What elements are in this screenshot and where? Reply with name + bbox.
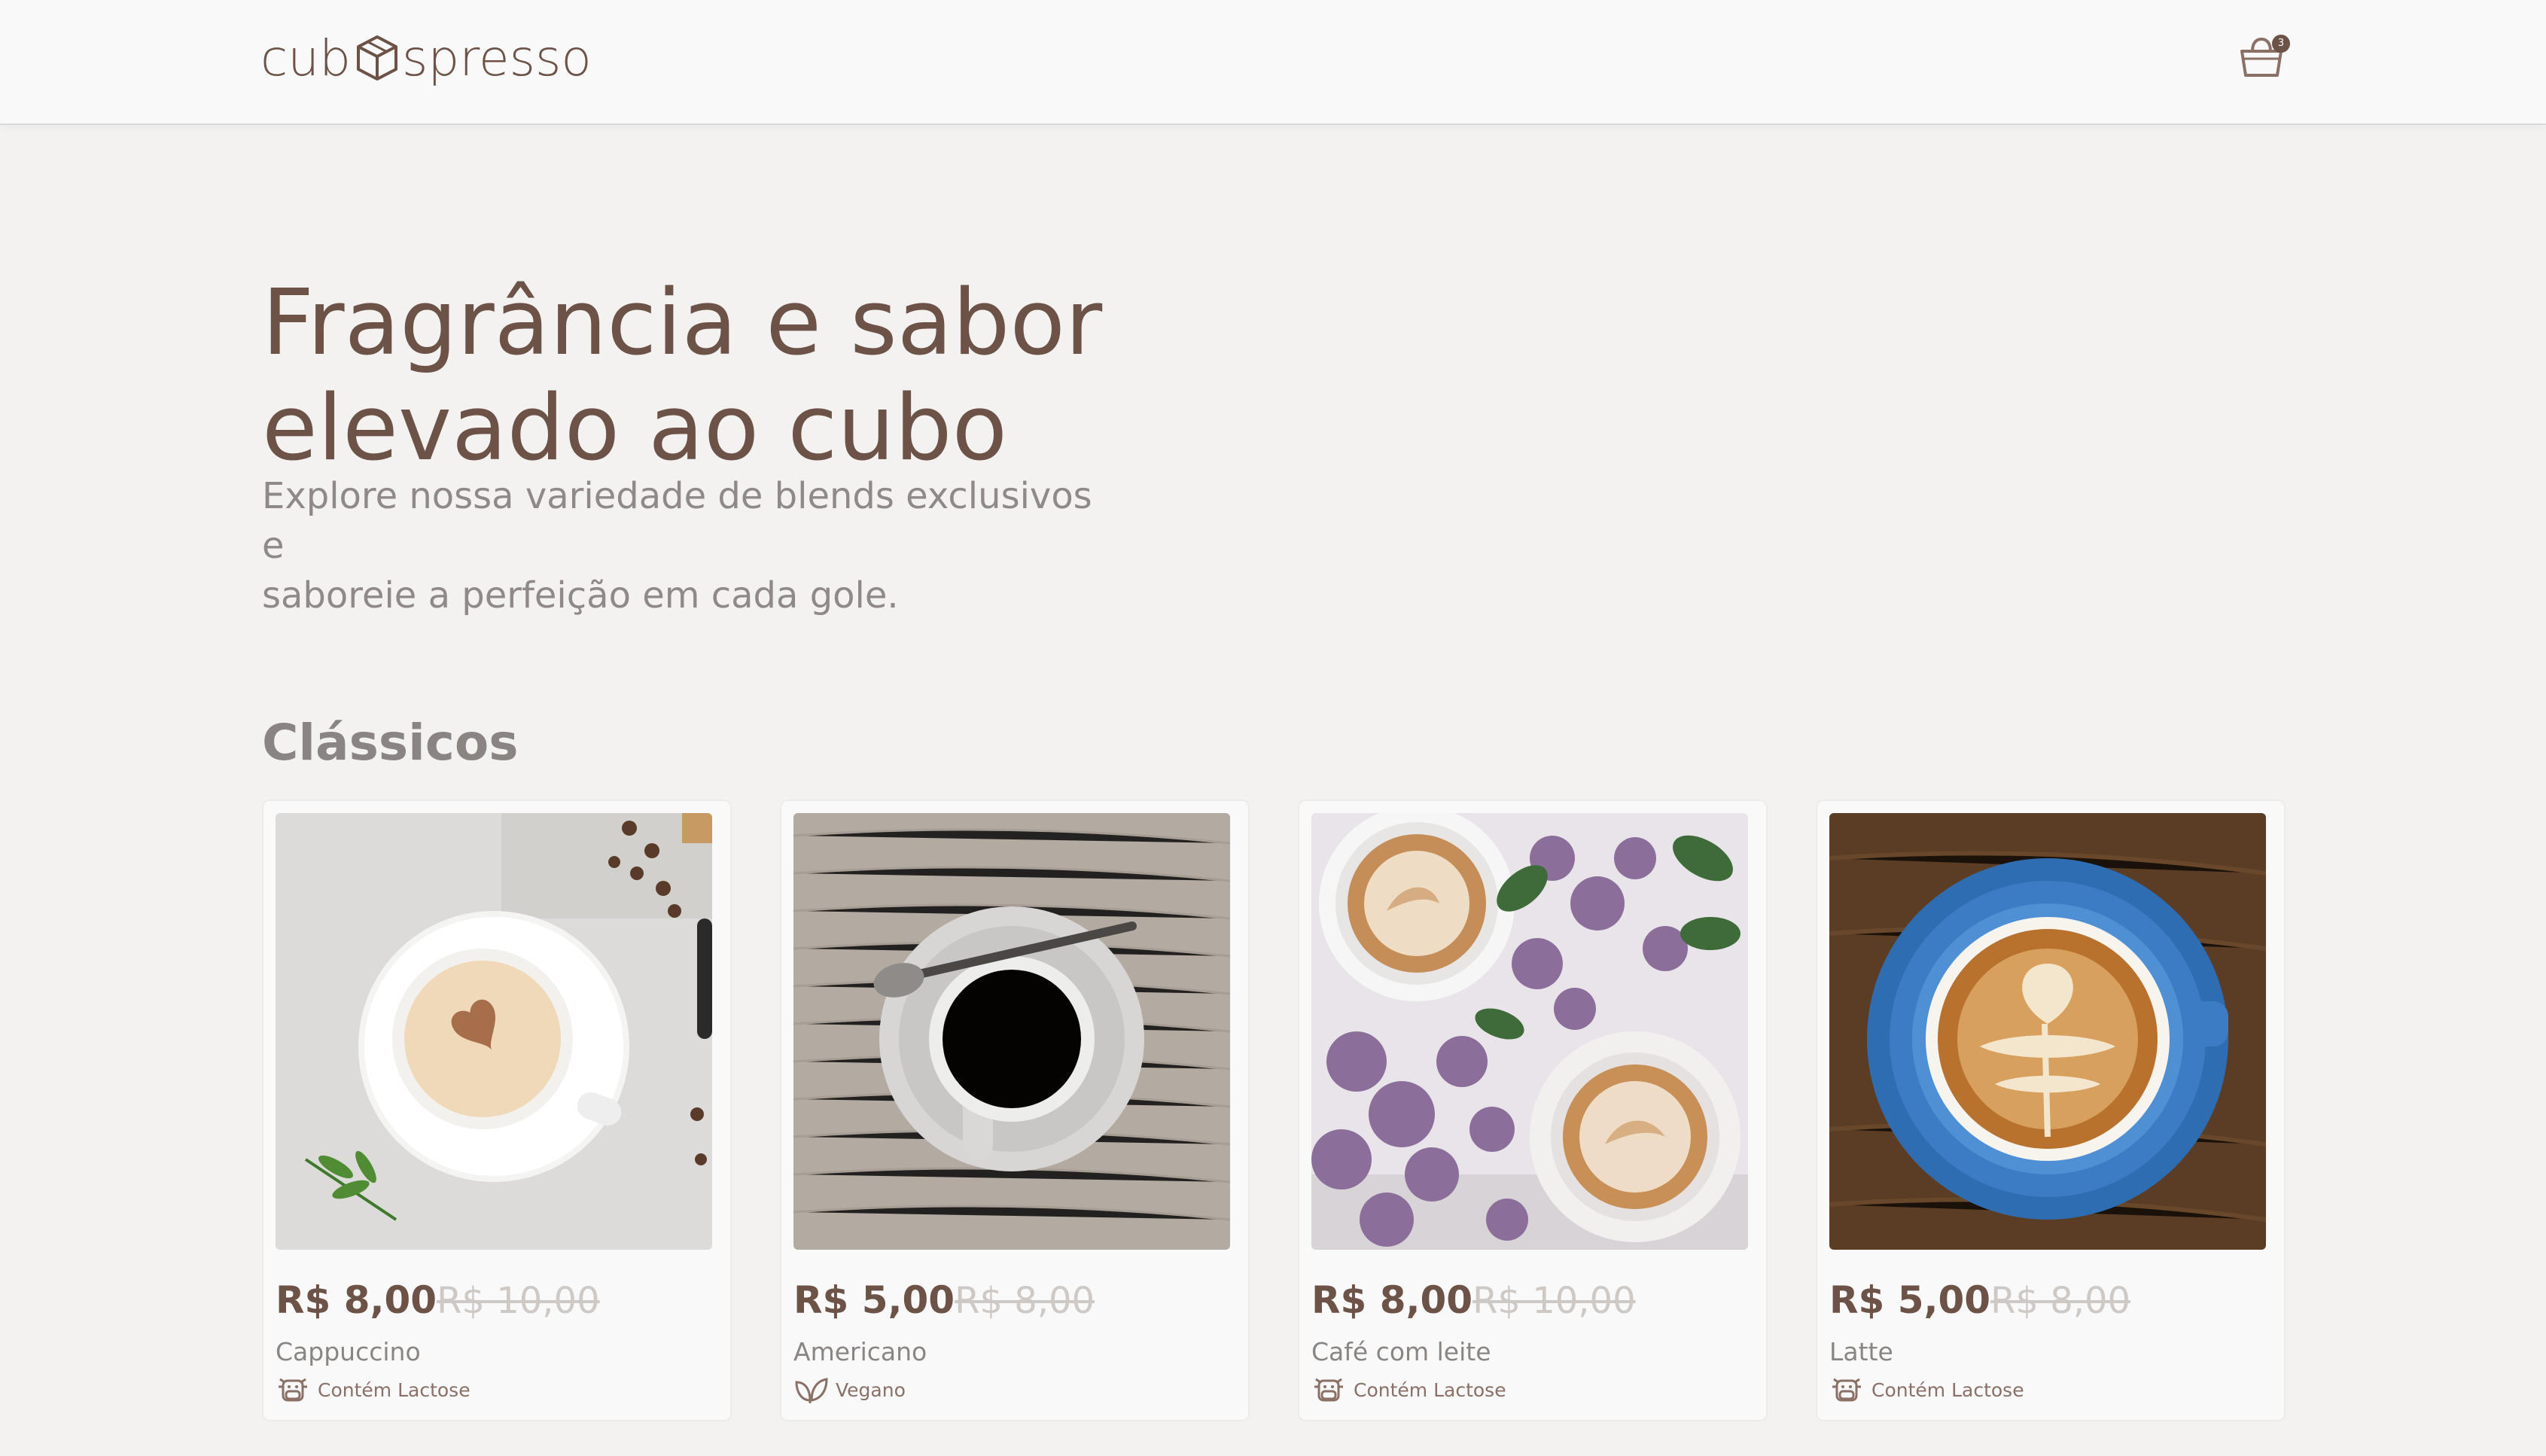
leaf-icon xyxy=(795,1378,828,1403)
product-tag-label: Contém Lactose xyxy=(318,1378,471,1401)
hero-subtitle-line-1: Explore nossa variedade de blends exclus… xyxy=(262,475,1092,567)
product-image-cappuccino xyxy=(276,813,712,1250)
product-tag: Vegano xyxy=(793,1375,906,1405)
price-row: R$ 5,00 R$ 8,00 xyxy=(793,1278,1095,1322)
price-row: R$ 5,00 R$ 8,00 xyxy=(1829,1278,2130,1322)
product-tag: Contém Lactose xyxy=(1829,1375,2024,1405)
product-card-latte[interactable]: R$ 5,00 R$ 8,00 Latte Contém Lactose xyxy=(1816,800,2286,1421)
hero-subtitle-line-2: saboreie a perfeição em cada gole. xyxy=(262,574,899,617)
product-tag-label: Contém Lactose xyxy=(1871,1378,2024,1401)
product-image-americano xyxy=(793,813,1230,1250)
price-row: R$ 8,00 R$ 10,00 xyxy=(1311,1278,1636,1322)
product-tag-label: Contém Lactose xyxy=(1354,1378,1506,1401)
hero-title-line-1: Fragrância e sabor xyxy=(262,271,1103,376)
product-card-americano[interactable]: R$ 5,00 R$ 8,00 Americano Vegano xyxy=(780,800,1250,1421)
logo[interactable]: cub spresso xyxy=(260,26,592,90)
cow-icon xyxy=(279,1378,307,1402)
product-card-cafe-com-leite[interactable]: R$ 8,00 R$ 10,00 Café com leite Contém L… xyxy=(1298,800,1768,1421)
product-price: R$ 5,00 xyxy=(1829,1278,1991,1322)
logo-text-left: cub xyxy=(260,29,352,87)
cube-icon xyxy=(357,35,398,81)
product-tag: Contém Lactose xyxy=(276,1375,471,1405)
product-card-cappuccino[interactable]: R$ 8,00 R$ 10,00 Cappuccino Contém Lacto… xyxy=(262,800,732,1421)
product-name: Cappuccino xyxy=(276,1337,421,1366)
product-old-price: R$ 8,00 xyxy=(1990,1280,2131,1322)
product-price: R$ 5,00 xyxy=(793,1278,955,1322)
hero-subtitle: Explore nossa variedade de blends exclus… xyxy=(262,471,1105,620)
product-old-price: R$ 8,00 xyxy=(955,1280,1095,1322)
product-price: R$ 8,00 xyxy=(276,1278,437,1322)
product-image-cafe-com-leite xyxy=(1311,813,1748,1250)
hero-title-line-2: elevado ao cubo xyxy=(262,376,1007,481)
hero-title: Fragrância e sabor elevado ao cubo xyxy=(262,271,1165,482)
product-name: Latte xyxy=(1829,1337,1893,1366)
cart-count-badge: 3 xyxy=(2272,35,2290,53)
product-name: Americano xyxy=(793,1337,927,1366)
cart-button[interactable]: 3 xyxy=(2239,33,2290,83)
product-tag: Contém Lactose xyxy=(1311,1375,1506,1405)
logo-text-right: spresso xyxy=(402,29,592,87)
product-old-price: R$ 10,00 xyxy=(437,1280,600,1322)
cow-icon xyxy=(1832,1378,1861,1402)
section-title-classicos: Clássicos xyxy=(262,714,519,772)
site-header: cub spresso 3 xyxy=(0,0,2546,125)
product-tag-label: Vegano xyxy=(836,1378,906,1401)
product-old-price: R$ 10,00 xyxy=(1472,1280,1636,1322)
product-price: R$ 8,00 xyxy=(1311,1278,1473,1322)
price-row: R$ 8,00 R$ 10,00 xyxy=(276,1278,600,1322)
product-name: Café com leite xyxy=(1311,1337,1491,1366)
cow-icon xyxy=(1314,1378,1343,1402)
product-image-latte xyxy=(1829,813,2266,1250)
